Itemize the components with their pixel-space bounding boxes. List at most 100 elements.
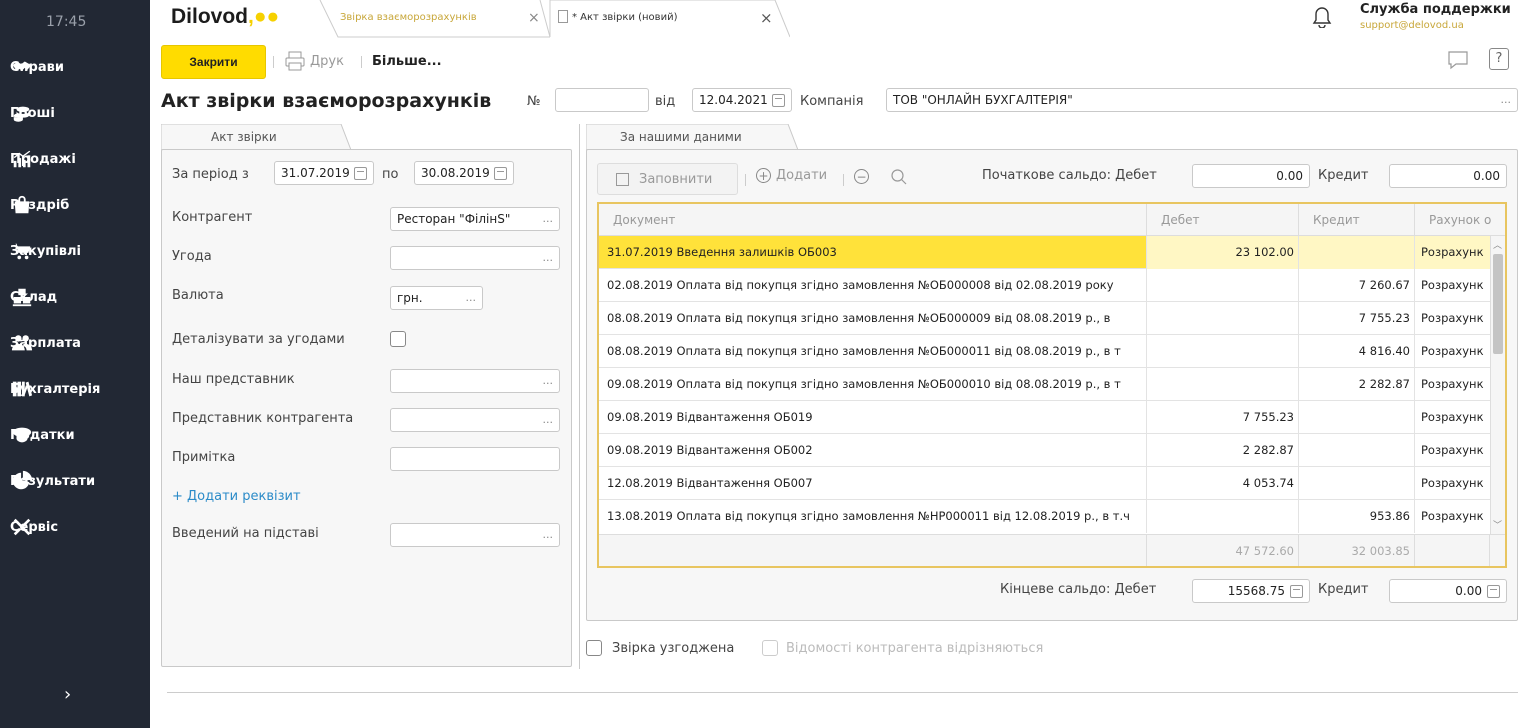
- tab-act[interactable]: Акт звірки: [161, 124, 351, 150]
- table-row[interactable]: 02.08.2019 Оплата від покупця згідно зам…: [599, 269, 1490, 302]
- sidebar-expand-chevron-icon[interactable]: ›: [64, 684, 71, 705]
- sidebar-item-label: Бухгалтерія: [10, 381, 101, 397]
- cell-account: Розрахунк: [1421, 410, 1484, 424]
- support-email-link[interactable]: support@delovod.ua: [1360, 20, 1464, 31]
- app-logo[interactable]: Dilovod,●●: [171, 5, 279, 29]
- scroll-up-icon[interactable]: ︿: [1493, 238, 1502, 251]
- sidebar-item-rozdrib[interactable]: Роздріб: [0, 182, 150, 228]
- basis-field[interactable]: ...: [390, 523, 560, 547]
- date-field[interactable]: 12.04.2021: [692, 88, 792, 112]
- chat-icon[interactable]: [1447, 49, 1469, 71]
- sidebar-item-rezultaty[interactable]: Результати: [0, 458, 150, 504]
- counterparty-select-dots[interactable]: ...: [543, 212, 554, 225]
- agreement-select-dots[interactable]: ...: [543, 251, 554, 264]
- column-header-credit[interactable]: Кредит: [1299, 204, 1415, 236]
- table-row[interactable]: 09.08.2019 Відвантаження ОБ019 7 755.23 …: [599, 401, 1490, 434]
- sidebar-item-label: Закупівлі: [10, 243, 81, 259]
- sidebar-item-podatky[interactable]: Податки: [0, 412, 150, 458]
- add-requisite-link[interactable]: + Додати реквізит: [172, 489, 301, 504]
- column-header-document[interactable]: Документ: [599, 204, 1147, 236]
- cell-debit: [1147, 335, 1299, 368]
- differs-checkbox[interactable]: [762, 640, 778, 656]
- print-button[interactable]: Друк: [284, 50, 344, 72]
- cell-document: 13.08.2019 Оплата від покупця згідно зам…: [599, 500, 1147, 533]
- sidebar-item-zakupivli[interactable]: Закупівлі: [0, 228, 150, 274]
- tab-act-new[interactable]: * Акт звірки (новий) ×: [550, 0, 790, 38]
- tab-our-data[interactable]: За нашими даними: [586, 124, 798, 150]
- sidebar-item-bukhhalteriia[interactable]: Бухгалтерія: [0, 366, 150, 412]
- agreed-checkbox[interactable]: [586, 640, 602, 656]
- calendar-icon[interactable]: [494, 167, 507, 180]
- calendar-icon[interactable]: [354, 167, 367, 180]
- company-select-dots[interactable]: ...: [1501, 93, 1512, 106]
- calculator-icon[interactable]: [1487, 585, 1500, 598]
- column-header-account[interactable]: Рахунок о: [1415, 204, 1505, 236]
- cell-account: Розрахунк: [1421, 509, 1484, 523]
- clock: 17:45: [46, 14, 87, 30]
- cp-rep-field[interactable]: ...: [390, 408, 560, 432]
- sidebar-item-groshi[interactable]: Гроші: [0, 90, 150, 136]
- closing-credit-field[interactable]: 0.00: [1389, 579, 1507, 603]
- cell-debit: 7 755.23: [1147, 401, 1299, 434]
- closing-credit-label: Кредит: [1318, 582, 1369, 597]
- close-button[interactable]: Закрити: [161, 45, 266, 79]
- table-row[interactable]: 09.08.2019 Оплата від покупця згідно зам…: [599, 368, 1490, 401]
- table-row[interactable]: 09.08.2019 Відвантаження ОБ002 2 282.87 …: [599, 434, 1490, 467]
- sidebar-item-spravy[interactable]: Справи: [0, 44, 150, 90]
- detail-checkbox[interactable]: [390, 331, 406, 347]
- opening-debit-input[interactable]: 0.00: [1192, 164, 1310, 188]
- scrollbar-thumb[interactable]: [1493, 254, 1503, 354]
- minus-circle-icon: −: [854, 169, 869, 184]
- opening-credit-input[interactable]: 0.00: [1389, 164, 1507, 188]
- company-field[interactable]: ТОВ "ОНЛАЙН БУХГАЛТЕРІЯ"...: [886, 88, 1518, 112]
- table-scrollbar[interactable]: ︿ ﹀: [1490, 236, 1505, 534]
- sidebar-item-sklad[interactable]: Склад: [0, 274, 150, 320]
- sidebar: 17:45 Справи Гроші Продажі Роздріб Закуп…: [0, 0, 150, 728]
- number-input[interactable]: [555, 88, 649, 112]
- cp-rep-select-dots[interactable]: ...: [543, 413, 554, 426]
- plus-circle-icon: +: [756, 168, 771, 183]
- remove-button[interactable]: −: [854, 169, 874, 185]
- toolbar-separator: [745, 174, 746, 186]
- help-button[interactable]: ?: [1489, 48, 1509, 70]
- sidebar-item-label: Склад: [10, 289, 58, 305]
- footer-account: [1415, 535, 1490, 566]
- note-input[interactable]: [390, 447, 560, 471]
- currency-select-dots[interactable]: ...: [466, 291, 477, 304]
- table-row[interactable]: 13.08.2019 Оплата від покупця згідно зам…: [599, 500, 1490, 533]
- scroll-down-icon[interactable]: ﹀: [1493, 518, 1502, 531]
- tab-close-icon[interactable]: ×: [760, 9, 773, 27]
- search-icon[interactable]: [890, 168, 908, 186]
- cell-debit: 2 282.87: [1147, 434, 1299, 467]
- more-button[interactable]: Більше...: [372, 54, 442, 69]
- printer-icon: [285, 51, 305, 71]
- our-rep-field[interactable]: ...: [390, 369, 560, 393]
- period-to-field[interactable]: 30.08.2019: [414, 161, 514, 185]
- tab-reconciliation[interactable]: Звірка взаєморозрахунків ×: [310, 0, 550, 38]
- sidebar-item-prodazhi[interactable]: Продажі: [0, 136, 150, 182]
- note-label: Примітка: [172, 450, 236, 465]
- support-title[interactable]: Служба поддержки: [1360, 2, 1511, 17]
- period-from-field[interactable]: 31.07.2019: [274, 161, 374, 185]
- closing-debit-field[interactable]: 15568.75: [1192, 579, 1310, 603]
- currency-field[interactable]: грн....: [390, 286, 483, 310]
- basis-select-dots[interactable]: ...: [543, 528, 554, 541]
- table-row[interactable]: 12.08.2019 Відвантаження ОБ007 4 053.74 …: [599, 467, 1490, 500]
- sidebar-item-zarplata[interactable]: Зарплата: [0, 320, 150, 366]
- column-header-debit[interactable]: Дебет: [1147, 204, 1299, 236]
- table-row[interactable]: 08.08.2019 Оплата від покупця згідно зам…: [599, 302, 1490, 335]
- counterparty-field[interactable]: Ресторан "ФілінS"...: [390, 207, 560, 231]
- table-row[interactable]: 31.07.2019 Введення залишків ОБ003 23 10…: [599, 236, 1490, 269]
- calendar-icon[interactable]: [772, 94, 785, 107]
- sidebar-item-label: Справи: [10, 59, 64, 75]
- sidebar-item-label: Сервіс: [10, 519, 59, 535]
- sidebar-item-servis[interactable]: Сервіс: [0, 504, 150, 550]
- table-row[interactable]: 08.08.2019 Оплата від покупця згідно зам…: [599, 335, 1490, 368]
- calculator-icon[interactable]: [1290, 585, 1303, 598]
- bell-icon[interactable]: [1312, 6, 1332, 28]
- add-button[interactable]: + Додати: [756, 168, 827, 183]
- fill-button[interactable]: Заповнити: [597, 163, 738, 195]
- agreement-field[interactable]: ...: [390, 246, 560, 270]
- tab-close-icon[interactable]: ×: [528, 10, 540, 26]
- our-rep-select-dots[interactable]: ...: [543, 374, 554, 387]
